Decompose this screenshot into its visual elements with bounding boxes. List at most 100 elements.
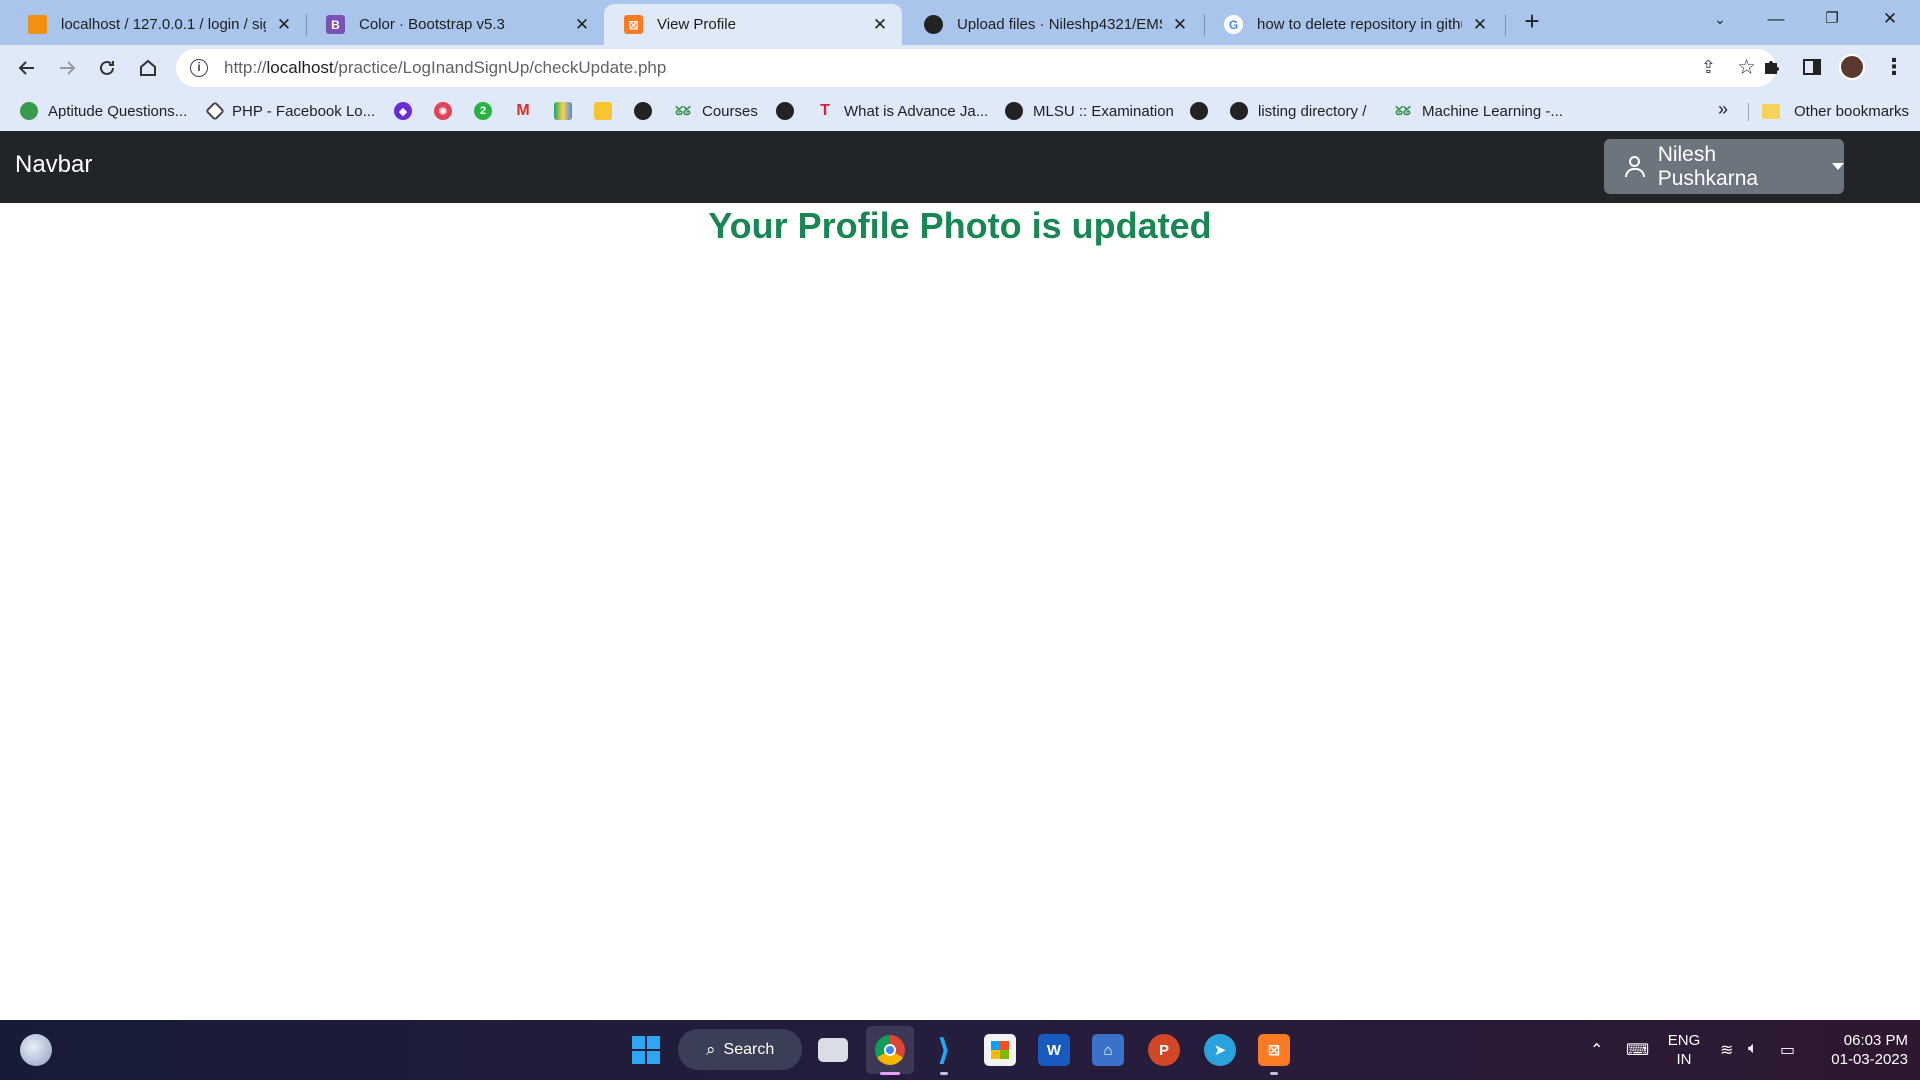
remote-desktop-taskbar-icon[interactable]: ⌂ [1092,1034,1124,1066]
bookmark-purple-circle[interactable]: ◆ [394,99,412,123]
battery-icon[interactable]: ▭ [1780,1040,1795,1060]
tab-bootstrap-color[interactable]: B Color · Bootstrap v5.3 ✕ [306,4,604,45]
bookmark-label: Aptitude Questions... [48,102,188,120]
profile-update-message: Your Profile Photo is updated [708,205,1212,246]
side-panel-icon[interactable] [1798,53,1826,81]
bookmark-classroom[interactable] [594,99,612,123]
minimize-button[interactable]: — [1750,3,1802,35]
whatsapp-icon: 2 [474,102,492,120]
site-info-icon[interactable]: i [190,59,208,77]
ms-store-taskbar-icon[interactable] [984,1034,1016,1066]
restore-button[interactable]: ❐ [1806,3,1858,35]
chrome-taskbar-icon[interactable] [866,1026,914,1074]
bookmark-mlsu[interactable]: MLSU :: Examination [1005,99,1174,123]
bookmark-gmail[interactable]: M [514,99,532,123]
bookmark-globe-1[interactable] [634,99,652,123]
user-menu-dropdown[interactable]: Nilesh Pushkarna [1604,139,1844,194]
share-icon[interactable]: ⇪ [1701,57,1716,78]
more-bookmarks-chevron-icon[interactable]: » [1718,99,1728,120]
reload-icon [100,60,114,75]
google-favicon-icon: G [1224,15,1243,34]
store-logo-icon [991,1041,1009,1059]
bookmark-star-icon[interactable]: ☆ [1737,55,1756,80]
bookmark-drive[interactable] [554,99,572,123]
browser-toolbar: i http://localhost/practice/LogInandSign… [0,45,1920,131]
reload-button[interactable] [92,53,122,83]
bookmark-php-facebook[interactable]: PHP - Facebook Lo... [205,99,375,123]
xampp-favicon-icon: ⊠ [624,15,643,34]
clock-time: 06:03 PM [1843,1032,1908,1049]
chrome-menu-kebab-icon[interactable]: ⋮ [1880,53,1908,81]
navbar-brand[interactable]: Navbar [15,151,92,179]
profile-avatar-button[interactable] [1838,53,1866,81]
close-tab-icon[interactable]: ✕ [274,15,294,35]
xampp-taskbar-icon[interactable]: ⊠ [1258,1034,1290,1066]
home-button[interactable] [133,53,163,83]
wifi-icon[interactable]: ≋ [1720,1040,1733,1060]
bookmark-globe-2[interactable] [776,99,794,123]
show-hidden-icons-chevron-icon[interactable]: ⌃ [1590,1040,1603,1060]
close-tab-icon[interactable]: ✕ [1470,15,1490,35]
chrome-logo-icon [875,1035,905,1065]
language-indicator[interactable]: ENG IN [1664,1031,1704,1069]
tab-title: Upload files · Nileshp4321/EMSys [957,16,1162,33]
volume-icon[interactable]: 🔈︎ [1748,1040,1758,1058]
bookmark-machine-learning[interactable]: ᘜᘜ Machine Learning -... [1394,99,1563,123]
forward-button[interactable] [52,53,82,83]
back-button[interactable] [12,53,42,83]
close-tab-icon[interactable]: ✕ [572,15,592,35]
back-arrow-icon [18,61,34,75]
tab-phpmyadmin[interactable]: localhost / 127.0.0.1 / login / sign ✕ [8,4,306,45]
telegram-taskbar-icon[interactable]: ➤ [1204,1034,1236,1066]
task-view-icon[interactable] [818,1038,848,1062]
keyboard-icon[interactable]: ⌨ [1626,1040,1649,1060]
windows-logo-icon [632,1036,660,1064]
extensions-puzzle-icon[interactable] [1758,53,1786,81]
taskbar-search[interactable]: ⌕ Search [678,1029,802,1070]
weather-widget-icon[interactable] [20,1034,52,1066]
search-label: Search [723,1040,775,1058]
purple-circle-icon: ◆ [394,102,412,120]
close-tab-icon[interactable]: ✕ [1170,15,1190,35]
close-tab-icon[interactable]: ✕ [870,15,890,35]
folder-icon [1762,103,1780,119]
site-navbar: Navbar Nilesh Pushkarna [0,131,1920,203]
globe-icon [776,102,794,120]
running-app-indicator [940,1072,948,1075]
close-window-button[interactable]: ✕ [1864,3,1916,35]
globe-icon [1190,102,1208,120]
user-name: Nilesh Pushkarna [1657,142,1759,190]
windows-taskbar: ⌕ Search ⟩ W ⌂ P ➤ ⊠ ⌃ ⌨ ENG IN ≋ 🔈︎ ▭ 0… [0,1020,1920,1080]
bookmarks-bar: Aptitude Questions... PHP - Facebook Lo.… [0,91,1920,131]
bookmark-separator [1748,103,1749,121]
avatar [1839,54,1865,80]
person-icon [1624,155,1646,179]
bookmark-advance-java[interactable]: T What is Advance Ja... [816,99,988,123]
vscode-taskbar-icon[interactable]: ⟩ [928,1034,960,1067]
bookmark-pinwheel[interactable]: ✺ [434,99,452,123]
puzzle-icon [1765,61,1779,74]
bookmark-courses[interactable]: ᘜᘜ Courses [674,99,758,123]
address-url[interactable]: http://localhost/practice/LogInandSignUp… [224,58,666,78]
tab-github-upload[interactable]: Upload files · Nileshp4321/EMSys ✕ [904,4,1202,45]
running-app-indicator [1270,1072,1278,1075]
clock[interactable]: 06:03 PM 01-03-2023 [1812,1031,1908,1069]
new-tab-button[interactable]: + [1520,7,1544,35]
bookmark-aptitude[interactable]: Aptitude Questions... [20,99,187,123]
bookmark-listing-directory[interactable]: listing directory / [1230,99,1366,123]
address-bar[interactable]: i http://localhost/practice/LogInandSign… [176,49,1776,87]
bookmark-label: What is Advance Ja... [844,102,989,120]
clock-date: 01-03-2023 [1831,1051,1908,1068]
tab-search-chevron-icon[interactable]: ⌄ [1694,3,1746,35]
powerpoint-taskbar-icon[interactable]: P [1148,1034,1180,1066]
other-bookmarks-folder[interactable]: Other bookmarks [1762,99,1909,123]
word-taskbar-icon[interactable]: W [1038,1034,1070,1066]
tab-view-profile[interactable]: ⊠ View Profile ✕ [604,4,902,45]
start-button[interactable] [630,1034,662,1066]
bookmark-whatsapp[interactable]: 2 [474,99,492,123]
forward-arrow-icon [60,61,76,75]
gmail-icon: M [516,102,530,119]
bookmark-globe-3[interactable] [1190,99,1208,123]
tab-google-search[interactable]: G how to delete repository in githu ✕ [1204,4,1502,45]
url-host: localhost [266,58,334,77]
